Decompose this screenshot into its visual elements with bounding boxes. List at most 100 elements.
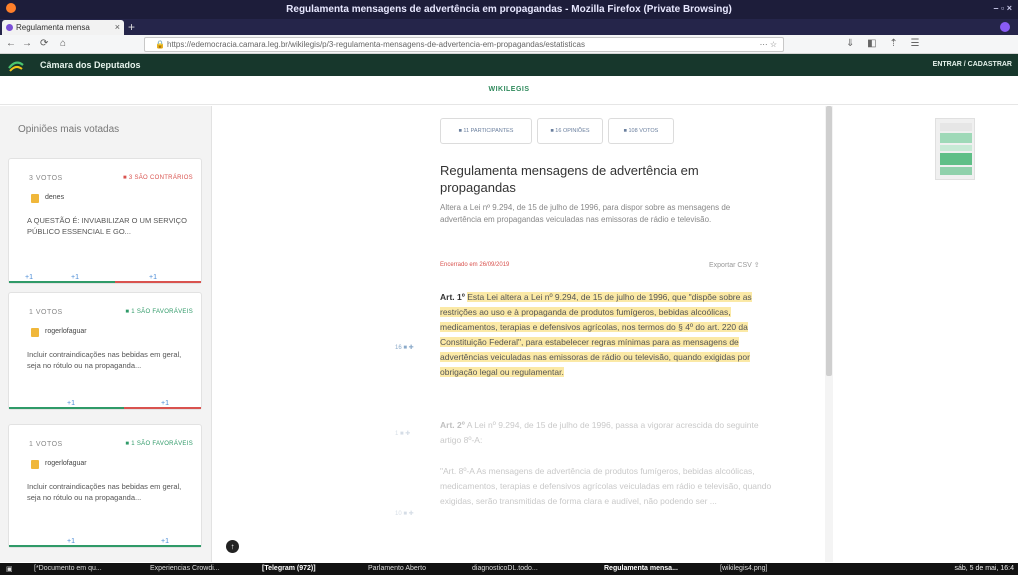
scroll-top-button[interactable]: ↑ [226, 540, 239, 553]
minimap-block [940, 167, 972, 175]
vote-ratio-segment [124, 407, 201, 409]
export-label: Exportar CSV [709, 262, 752, 269]
reply-button[interactable]: +1 [25, 274, 33, 281]
stance-badge: ■ 1 SÃO FAVORÁVEIS [125, 309, 193, 315]
upvote-button[interactable]: +1 [67, 538, 75, 545]
article-opinion-count[interactable]: 16 ■ ✚ [395, 344, 414, 351]
tab-strip: Regulamenta mensa × + [0, 19, 1018, 35]
article-1[interactable]: Art. 1º Esta Lei altera a Lei nº 9.294, … [440, 290, 775, 380]
vote-count: 1 VOTOS [29, 441, 63, 448]
article-text: A Lei nº 9.294, de 15 de julho de 1996, … [440, 420, 759, 445]
login-link[interactable]: ENTRAR / CADASTRAR [933, 61, 1012, 68]
sidebar-title: Opiniões mais votadas [18, 124, 120, 135]
user-avatar-icon [31, 328, 39, 337]
opinion-card[interactable]: 1 VOTOS ■ 1 SÃO FAVORÁVEIS rogerlofaguar… [8, 424, 202, 548]
participants-chip[interactable]: ■ 11 PARTICIPANTES [440, 118, 532, 144]
vote-count: 1 VOTOS [29, 309, 63, 316]
wikilegis-header: WIKILEGIS [0, 76, 1018, 105]
window-titlebar: Regulamenta mensagens de advertência em … [0, 0, 1018, 19]
user-name[interactable]: rogerlofaguar [45, 328, 87, 335]
window-title: Regulamenta mensagens de advertência em … [286, 4, 732, 15]
user-avatar-icon [31, 194, 39, 203]
vote-count: 3 VOTOS [29, 175, 63, 182]
scrollbar-thumb[interactable] [826, 106, 832, 376]
sidebar: Opiniões mais votadas 3 VOTOS ■ 3 SÃO CO… [0, 106, 212, 562]
taskbar-item[interactable]: [Telegram (972)] [262, 565, 316, 572]
bill-content: ■ 11 PARTICIPANTES ■ 16 OPINIÕES ■ 108 V… [213, 106, 825, 562]
opinion-text: A QUESTÃO É: INVIABILIZAR O UM SERVIÇO P… [27, 216, 187, 236]
camara-logo-icon [8, 61, 24, 72]
article-2[interactable]: Art. 2º A Lei nº 9.294, de 15 de julho d… [440, 418, 775, 448]
back-button[interactable]: ← [6, 38, 16, 49]
article-label: Art. 2º [440, 420, 465, 430]
opinion-text: Incluir contraindicações nas bebidas em … [27, 482, 182, 502]
url-bar[interactable]: 🔒 https://edemocracia.camara.leg.br/wiki… [144, 37, 784, 52]
opinion-card[interactable]: 1 VOTOS ■ 1 SÃO FAVORÁVEIS rogerlofaguar… [8, 292, 202, 410]
window-controls[interactable]: – ▫ × [994, 3, 1012, 13]
bill-summary: Altera a Lei nº 9.294, de 15 de julho de… [440, 203, 731, 224]
opinion-card[interactable]: 3 VOTOS ■ 3 SÃO CONTRÁRIOS denes A QUEST… [8, 158, 202, 284]
votes-chip[interactable]: ■ 108 VOTOS [608, 118, 674, 144]
site-header: Câmara dos Deputados ENTRAR / CADASTRAR [0, 54, 1018, 76]
opinions-chip[interactable]: ■ 16 OPINIÕES [537, 118, 603, 144]
closing-date: Encerrado em 26/09/2019 [440, 262, 510, 268]
article-3[interactable]: "Art. 8º-A As mensagens de advertência d… [440, 464, 775, 509]
vote-ratio-bar [9, 281, 201, 283]
tab-title: Regulamenta mensa [16, 23, 90, 32]
taskbar-item[interactable]: [wikilegis4.png] [720, 565, 767, 572]
taskbar-item[interactable]: Experiencias Crowdi... [150, 565, 220, 572]
minimap-block [940, 153, 972, 165]
wikilegis-logo[interactable]: WIKILEGIS [0, 86, 1018, 93]
downvote-button[interactable]: +1 [161, 538, 169, 545]
vote-ratio-segment [114, 281, 201, 283]
private-browsing-icon [1000, 22, 1010, 32]
minimap-block [940, 145, 972, 151]
vote-ratio-bar [9, 545, 201, 547]
opinion-text: Incluir contraindicações nas bebidas em … [27, 350, 182, 370]
new-tab-button[interactable]: + [128, 20, 135, 34]
wikilegis-favicon-icon [6, 24, 13, 31]
vote-ratio-segment [9, 407, 125, 409]
article-label: Art. 1º [440, 292, 465, 302]
article-text: "Art. 8º-A As mensagens de advertência d… [440, 466, 772, 506]
reload-button[interactable]: ⟳ [40, 38, 48, 49]
stance-badge: ■ 1 SÃO FAVORÁVEIS [125, 441, 193, 447]
minimap-block [940, 133, 972, 143]
article-opinion-count[interactable]: 10 ■ ✚ [395, 510, 414, 517]
forward-button[interactable]: → [22, 38, 32, 49]
start-menu-icon[interactable]: ▣ [6, 565, 13, 573]
taskbar-item[interactable]: Parlamento Aberto [368, 565, 426, 572]
export-link[interactable]: Exportar CSV ⇪ [709, 261, 760, 269]
downvote-button[interactable]: +1 [161, 400, 169, 407]
article-opinion-count[interactable]: 1 ■ ✚ [395, 430, 410, 437]
vote-ratio-segment [9, 281, 115, 283]
browser-tab-active[interactable]: Regulamenta mensa × [2, 20, 124, 35]
toolbar-icons[interactable]: ⇓ ◧ ⇡ ☰ [846, 38, 925, 49]
document-minimap[interactable] [935, 118, 975, 180]
os-taskbar: ▣ [*Documento em qu... Experiencias Crow… [0, 563, 1018, 575]
export-icon: ⇪ [753, 262, 760, 269]
upvote-button[interactable]: +1 [71, 274, 79, 281]
user-name[interactable]: rogerlofaguar [45, 460, 87, 467]
page-actions-icon[interactable]: ⋯ ☆ [760, 40, 777, 49]
upvote-button[interactable]: +1 [67, 400, 75, 407]
downvote-button[interactable]: +1 [149, 274, 157, 281]
bill-title: Regulamenta mensagens de advertência em … [440, 163, 699, 195]
lock-icon: 🔒 [155, 40, 165, 49]
taskbar-item[interactable]: [*Documento em qu... [34, 565, 102, 572]
user-name[interactable]: denes [45, 194, 64, 201]
tab-close-icon[interactable]: × [115, 22, 120, 32]
vote-ratio-bar [9, 407, 201, 409]
clock[interactable]: sáb, 5 de mai, 16:4 [954, 565, 1014, 572]
stance-badge: ■ 3 SÃO CONTRÁRIOS [122, 175, 193, 181]
navigation-bar: ← → ⟳ ⌂ 🔒 https://edemocracia.camara.leg… [0, 35, 1018, 54]
site-name[interactable]: Câmara dos Deputados [40, 60, 141, 70]
user-avatar-icon [31, 460, 39, 469]
minimap-block [940, 123, 972, 131]
taskbar-item[interactable]: Regulamenta mensa... [604, 565, 678, 572]
home-button[interactable]: ⌂ [60, 38, 66, 49]
vote-ratio-segment [9, 545, 201, 547]
taskbar-item[interactable]: diagnosticoDL.todo... [472, 565, 538, 572]
article-text: Esta Lei altera a Lei nº 9.294, de 15 de… [440, 292, 752, 377]
url-text: https://edemocracia.camara.leg.br/wikile… [167, 40, 585, 49]
